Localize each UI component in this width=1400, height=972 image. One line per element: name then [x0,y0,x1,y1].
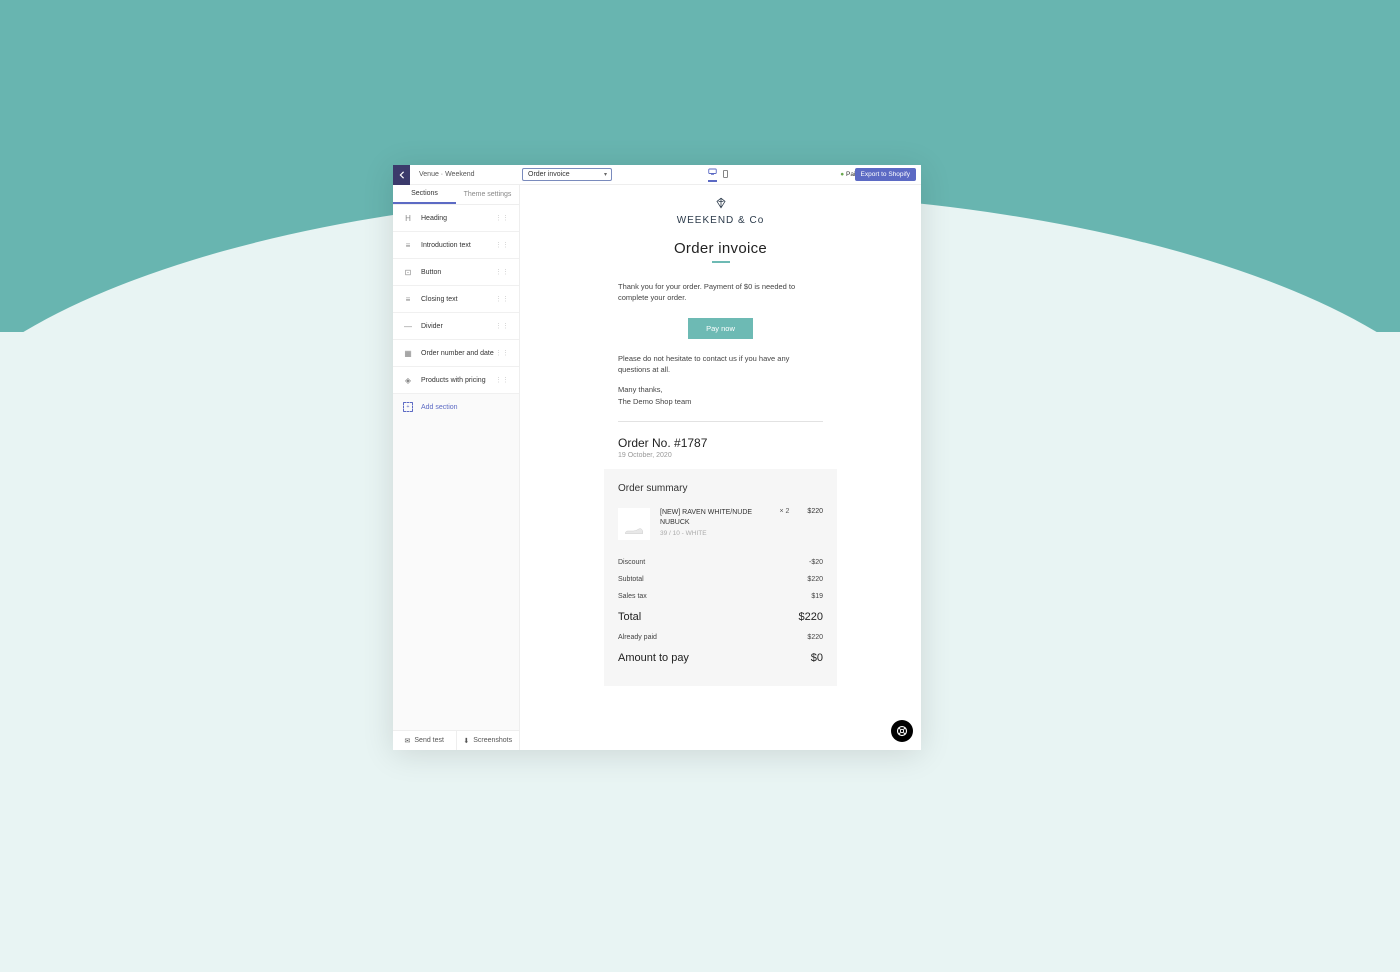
totals-row: Discount-$20 [618,554,823,571]
sidebar-footer: ✉ Send test ⬇ Screenshots [393,730,519,750]
order-date: 19 October, 2020 [618,452,823,459]
product-name: [NEW] RAVEN WHITE/NUDE NUBUCK [660,508,769,528]
tab-theme-settings[interactable]: Theme settings [456,185,519,204]
pay-now-button[interactable]: Pay now [688,318,753,339]
desktop-icon[interactable] [708,168,717,182]
divider-icon: — [403,321,413,331]
screenshots-button[interactable]: ⬇ Screenshots [457,731,520,750]
product-price: $220 [807,508,823,540]
invoice-title: Order invoice [618,240,823,257]
section-item[interactable]: ≡ Introduction text⋮⋮ [393,232,519,259]
section-label: Button [421,269,495,276]
sidebar: Sections Theme settings HHeading⋮⋮≡Intro… [393,185,520,750]
section-label: Closing text [421,296,495,303]
tab-sections[interactable]: Sections [393,185,456,204]
button-icon: ⊡ [403,267,413,277]
summary-title: Order summary [618,483,823,494]
template-selector[interactable]: Order invoice [522,168,612,181]
send-test-button[interactable]: ✉ Send test [393,731,457,750]
section-label: Divider [421,323,495,330]
intro-text: Thank you for your order. Payment of $0 … [618,281,823,304]
shoe-icon [624,526,644,536]
lifering-icon [896,725,908,737]
drag-handle-icon[interactable]: ⋮⋮ [495,214,509,222]
product-variant: 39 / 10 - WHITE [660,530,769,537]
arrow-left-icon [398,171,406,179]
amount-to-pay-row: Amount to pay $0 [618,646,823,670]
section-item[interactable]: ▦ Order number and date⋮⋮ [393,340,519,367]
help-fab[interactable] [891,720,913,742]
brand-name: WEEKEND & Co [618,215,823,226]
heading-icon: H [403,213,413,223]
tag-icon: ◈ [403,375,413,385]
export-button[interactable]: Export to Shopify [855,168,917,181]
breadcrumb: Venue · Weekend [410,171,520,178]
back-button[interactable] [393,165,410,185]
product-row: [NEW] RAVEN WHITE/NUDE NUBUCK 39 / 10 - … [618,508,823,540]
section-item[interactable]: — Divider⋮⋮ [393,313,519,340]
section-item[interactable]: ≡ Closing text⋮⋮ [393,286,519,313]
select-value: Order invoice [528,171,570,178]
preview-pane[interactable]: WEEKEND & Co Order invoice Thank you for… [520,185,921,750]
order-summary-card: Order summary [NEW] RAVEN WHITE/NUDE NUB… [604,469,837,686]
add-section-label: Add section [421,404,458,411]
section-label: Introduction text [421,242,495,249]
calendar-icon: ▦ [403,348,413,358]
totals-row: Subtotal$220 [618,571,823,588]
product-qty: × 2 [779,508,789,540]
download-icon: ⬇ [463,737,469,745]
drag-handle-icon[interactable]: ⋮⋮ [495,376,509,384]
brand-logo: WEEKEND & Co [618,197,823,226]
add-section-button[interactable]: + Add section [393,394,519,420]
mobile-icon[interactable] [723,170,728,180]
already-paid-row: Already paid $220 [618,629,823,646]
signoff: Many thanks, The Demo Shop team [618,384,823,407]
mail-icon: ✉ [405,737,411,745]
sidebar-tabs: Sections Theme settings [393,185,519,205]
drag-handle-icon[interactable]: ⋮⋮ [495,295,509,303]
section-item[interactable]: ⊡ Button⋮⋮ [393,259,519,286]
divider [618,421,823,422]
section-label: Heading [421,215,495,222]
order-number: Order No. #1787 [618,436,823,450]
section-label: Order number and date [421,350,495,357]
drag-handle-icon[interactable]: ⋮⋮ [495,349,509,357]
total-row: Total $220 [618,605,823,629]
section-item[interactable]: ◈ Products with pricing⋮⋮ [393,367,519,394]
section-list: HHeading⋮⋮≡Introduction text⋮⋮⊡Button⋮⋮≡… [393,205,519,394]
title-underline [712,261,730,263]
plus-icon: + [403,402,413,412]
text-icon: ≡ [403,294,413,304]
product-image [618,508,650,540]
device-toggle [708,168,728,182]
diamond-icon [713,197,729,211]
section-item[interactable]: H Heading⋮⋮ [393,205,519,232]
drag-handle-icon[interactable]: ⋮⋮ [495,241,509,249]
drag-handle-icon[interactable]: ⋮⋮ [495,322,509,330]
app-window: Venue · Weekend Order invoice Paid Expor… [393,165,921,750]
invoice: WEEKEND & Co Order invoice Thank you for… [520,185,921,716]
drag-handle-icon[interactable]: ⋮⋮ [495,268,509,276]
totals-row: Sales tax$19 [618,588,823,605]
closing-text: Please do not hesitate to contact us if … [618,353,823,376]
text-icon: ≡ [403,240,413,250]
topbar: Venue · Weekend Order invoice Paid Expor… [393,165,921,185]
section-label: Products with pricing [421,377,495,384]
